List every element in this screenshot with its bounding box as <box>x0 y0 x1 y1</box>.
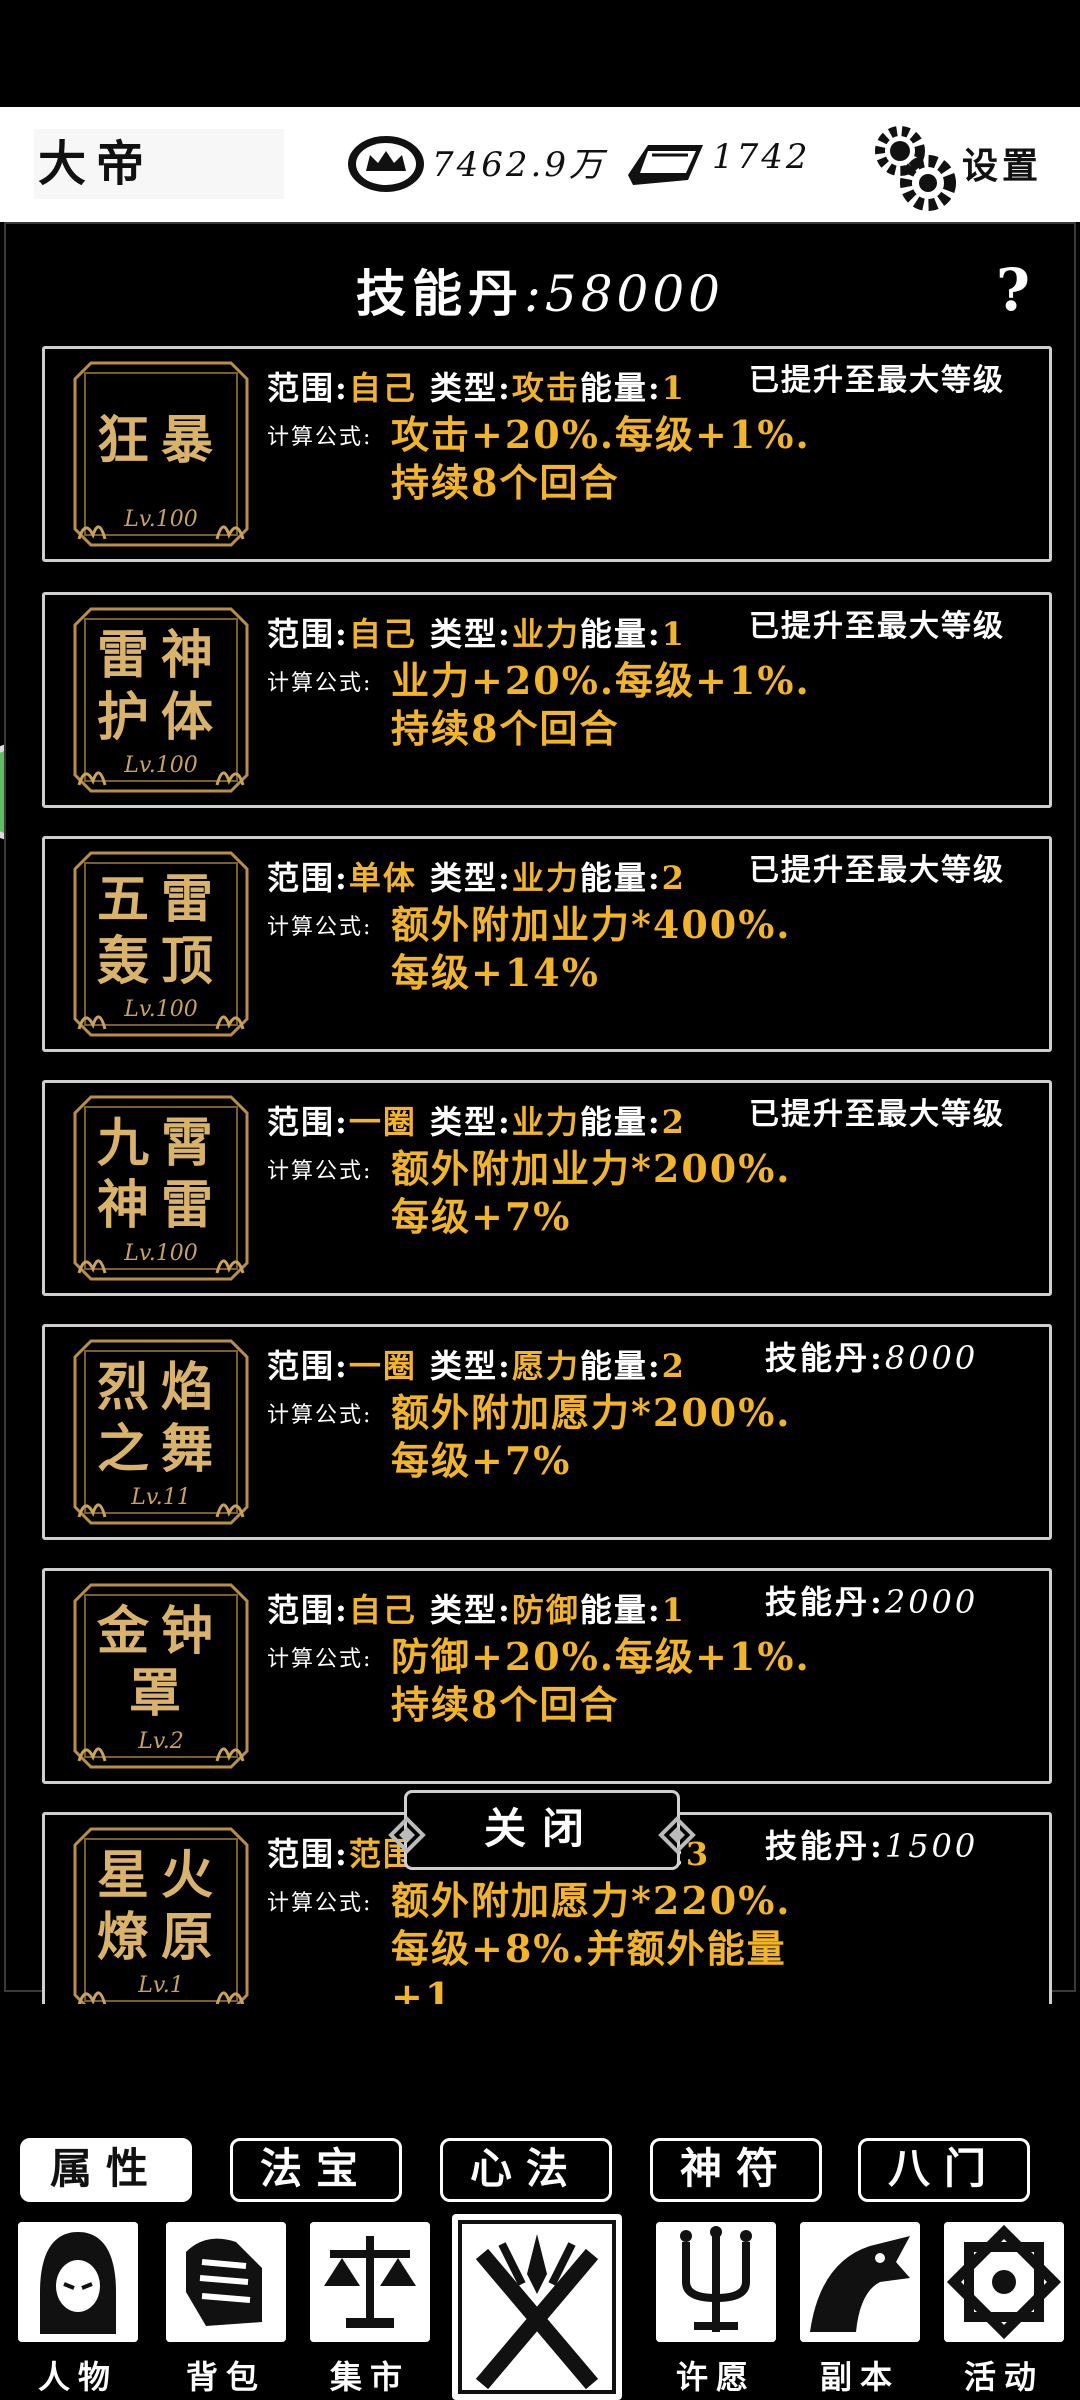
ornament-icon <box>388 1816 426 1854</box>
nav-dungeon[interactable]: 副本 <box>800 2222 920 2396</box>
skill-level: Lv.100 <box>124 507 198 532</box>
skill-max-status: 已提升至最大等级 <box>749 609 1005 644</box>
skill-attributes: 范围:自己 类型:攻击能量:1 <box>267 369 686 407</box>
skill-level: Lv.100 <box>124 997 198 1022</box>
scales-icon <box>310 2222 430 2342</box>
skill-attributes: 范围:自己 类型:业力能量:1 <box>267 615 686 653</box>
skill-card[interactable]: 雷神护体 Lv.100 范围:自己 类型:业力能量:1 计算公式: 业力+20%… <box>42 592 1052 808</box>
coin-icon <box>348 136 424 192</box>
formula-label: 计算公式: <box>267 915 373 940</box>
skill-list: 狂暴 Lv.100 范围:自己 类型:攻击能量:1 计算公式: 攻击+20%.每… <box>36 346 1054 2226</box>
skill-badge: 烈焰之舞 Lv.11 <box>71 1337 251 1527</box>
nav-battle-center[interactable] <box>452 2214 622 2400</box>
tab-eight-gates[interactable]: 八门 <box>858 2138 1030 2202</box>
skill-card[interactable]: 金钟罩 Lv.2 范围:自己 类型:防御能量:1 计算公式: 防御+20%.每级… <box>42 1568 1052 1784</box>
formula-label: 计算公式: <box>267 1647 373 1672</box>
skill-name: 星火燎原 <box>96 1845 225 1968</box>
tab-talisman[interactable]: 神符 <box>650 2138 822 2202</box>
skill-name: 九霄神雷 <box>96 1113 225 1236</box>
skill-formula: 防御+20%.每级+1%.持续8个回合 <box>391 1634 811 1727</box>
nav-character[interactable]: 人物 <box>18 2222 138 2396</box>
close-button[interactable]: 关闭 <box>388 1790 696 1870</box>
star-knot-icon <box>944 2222 1064 2342</box>
gear-icon[interactable] <box>870 121 960 211</box>
skill-attributes: 范围:自己 类型:防御能量:1 <box>267 1591 686 1629</box>
settings-button[interactable]: 设置 <box>962 137 1042 189</box>
skill-level: Lv.100 <box>124 1241 198 1266</box>
skill-level: Lv.11 <box>131 1485 191 1510</box>
skill-name: 金钟罩 <box>96 1601 225 1724</box>
bottom-nav: 人物 背包 集市 许愿 副本 活动 <box>0 2210 1080 2400</box>
skill-card[interactable]: 狂暴 Lv.100 范围:自己 类型:攻击能量:1 计算公式: 攻击+20%.每… <box>42 346 1052 562</box>
candelabra-icon <box>656 2222 776 2342</box>
dragon-head-icon <box>800 2222 920 2342</box>
top-bar: 大帝 7462.9万 1742 设置 <box>0 107 1080 222</box>
nav-wish[interactable]: 许愿 <box>656 2222 776 2396</box>
formula-label: 计算公式: <box>267 1891 373 1916</box>
backpack-icon <box>166 2222 286 2342</box>
player-name: 大帝 <box>34 129 284 199</box>
skill-card[interactable]: 九霄神雷 Lv.100 范围:一圈 类型:业力能量:2 计算公式: 额外附加业力… <box>42 1080 1052 1296</box>
skill-formula: 业力+20%.每级+1%.持续8个回合 <box>391 658 811 751</box>
skill-attributes: 范围:一圈 类型:愿力能量:2 <box>267 1347 686 1385</box>
skill-attributes: 范围:一圈 类型:业力能量:2 <box>267 1103 686 1141</box>
skill-formula: 额外附加业力*400%.每级+14% <box>391 902 792 995</box>
ingot-count: 1742 <box>712 137 811 177</box>
skill-badge: 五雷轰顶 Lv.100 <box>71 849 251 1039</box>
skill-max-status: 已提升至最大等级 <box>749 1097 1005 1132</box>
crossed-swords-icon <box>458 2220 616 2394</box>
skill-level: Lv.2 <box>138 1729 184 1754</box>
upgrade-cost[interactable]: 技能丹:2000 <box>765 1577 978 1623</box>
skill-name: 五雷轰顶 <box>96 869 225 992</box>
skill-formula: 攻击+20%.每级+1%.持续8个回合 <box>391 412 811 505</box>
formula-label: 计算公式: <box>267 671 373 696</box>
tab-attributes[interactable]: 属性 <box>20 2138 192 2202</box>
upgrade-cost[interactable]: 技能丹:1500 <box>765 1821 978 1867</box>
formula-label: 计算公式: <box>267 1159 373 1184</box>
skill-max-status: 已提升至最大等级 <box>749 853 1005 888</box>
skill-badge: 狂暴 Lv.100 <box>71 359 251 549</box>
help-icon[interactable]: ? <box>996 256 1030 324</box>
skill-level: Lv.100 <box>124 753 198 778</box>
skill-formula: 额外附加愿力*200%.每级+7% <box>391 1390 792 1483</box>
skill-name: 烈焰之舞 <box>96 1357 225 1480</box>
skill-card[interactable]: 烈焰之舞 Lv.11 范围:一圈 类型:愿力能量:2 计算公式: 额外附加愿力*… <box>42 1324 1052 1540</box>
skill-badge: 九霄神雷 Lv.100 <box>71 1093 251 1283</box>
skill-level: Lv.1 <box>138 1973 184 1998</box>
ingot-icon <box>628 145 703 185</box>
upgrade-cost[interactable]: 技能丹:8000 <box>765 1333 978 1379</box>
tab-mental-method[interactable]: 心法 <box>440 2138 612 2202</box>
hooded-figure-icon <box>18 2222 138 2342</box>
ornament-icon <box>658 1816 696 1854</box>
skill-formula: 额外附加业力*200%.每级+7% <box>391 1146 792 1239</box>
skill-panel: 技能丹:58000 ? 狂暴 Lv.100 范围:自己 类型:攻击能量:1 计算… <box>4 222 1076 2004</box>
skill-attributes: 范围:单体 类型:业力能量:2 <box>267 859 686 897</box>
skill-pill-total: 技能丹:58000 <box>356 264 724 323</box>
coin-count: 7462.9万 <box>432 145 606 185</box>
skill-card[interactable]: 五雷轰顶 Lv.100 范围:单体 类型:业力能量:2 计算公式: 额外附加业力… <box>42 836 1052 1052</box>
skill-max-status: 已提升至最大等级 <box>749 363 1005 398</box>
skill-badge: 雷神护体 Lv.100 <box>71 605 251 795</box>
formula-label: 计算公式: <box>267 425 373 450</box>
skill-name: 狂暴 <box>96 410 225 471</box>
skill-name: 雷神护体 <box>96 625 225 748</box>
skill-formula: 额外附加愿力*220%.每级+8%.并额外能量+1 <box>391 1878 792 2004</box>
skill-badge: 星火燎原 Lv.1 <box>71 1825 251 2004</box>
nav-events[interactable]: 活动 <box>944 2222 1064 2396</box>
nav-backpack[interactable]: 背包 <box>166 2222 286 2396</box>
nav-market[interactable]: 集市 <box>310 2222 430 2396</box>
category-tabs: 属性 法宝 心法 神符 八门 <box>20 2138 1060 2202</box>
formula-label: 计算公式: <box>267 1403 373 1428</box>
skill-badge: 金钟罩 Lv.2 <box>71 1581 251 1771</box>
tab-treasure[interactable]: 法宝 <box>230 2138 402 2202</box>
skill-scroll-area[interactable]: 狂暴 Lv.100 范围:自己 类型:攻击能量:1 计算公式: 攻击+20%.每… <box>36 346 1054 2004</box>
